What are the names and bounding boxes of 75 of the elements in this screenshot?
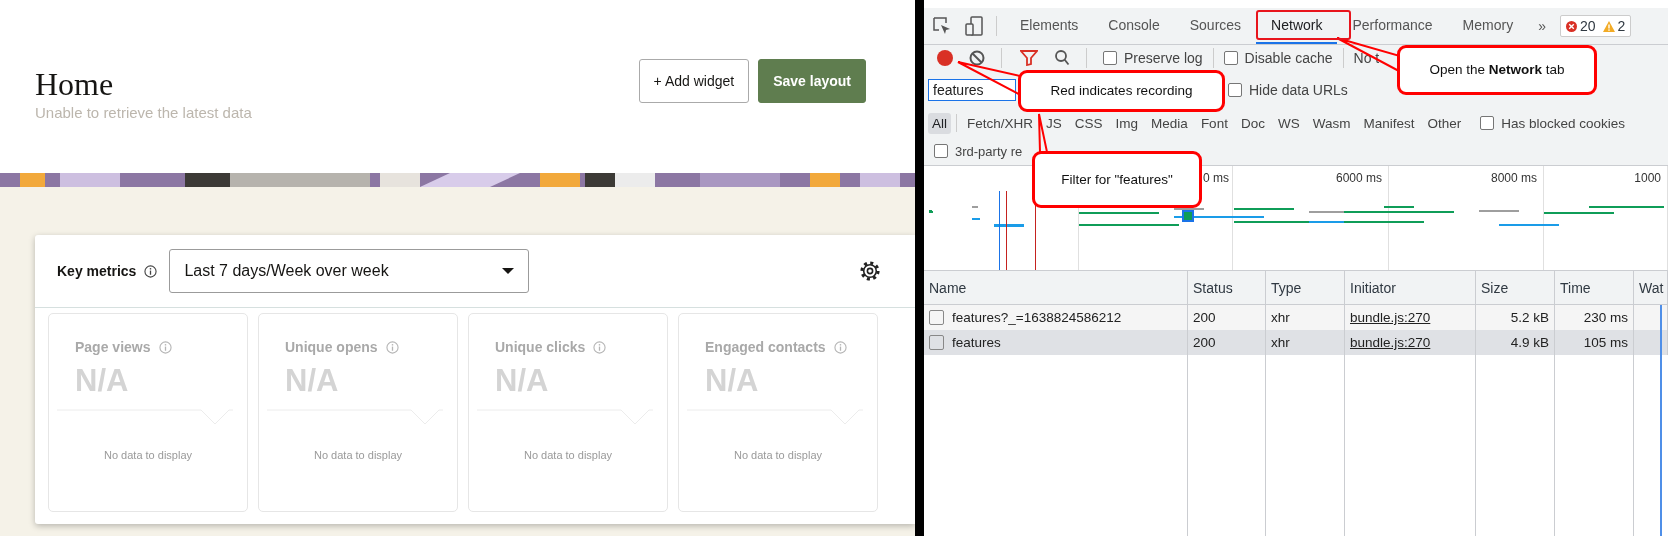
type-filter[interactable]: Other [1423, 112, 1466, 134]
empty-message: No data to display [313, 449, 403, 461]
metric-label: Unique clicks [495, 339, 586, 355]
column-header[interactable]: Size [1476, 271, 1555, 305]
clear-icon[interactable] [969, 50, 985, 66]
type-filter[interactable]: Doc [1236, 112, 1269, 134]
more-tabs-button[interactable]: » [1528, 18, 1556, 34]
settings-icon[interactable] [859, 260, 881, 282]
warning-count: 2 [1617, 18, 1626, 34]
caret-icon [502, 268, 515, 274]
column-header[interactable]: Wat [1634, 271, 1668, 305]
time-tick: 6000 ms [1335, 171, 1382, 185]
table-cell: 200 [1193, 335, 1216, 350]
type-filter[interactable]: JS [1042, 112, 1066, 134]
table-cell: xhr [1271, 335, 1290, 350]
filter-field[interactable]: features [928, 79, 1016, 101]
devtools-tab[interactable]: Memory [1447, 8, 1529, 44]
type-filter[interactable]: Wasm [1308, 112, 1355, 134]
period-dropdown[interactable]: Last 7 days/Week over week [169, 249, 530, 293]
type-filter[interactable]: WS [1273, 112, 1304, 134]
table-cell: 105 ms [1583, 335, 1628, 350]
type-filter[interactable]: Media [1147, 112, 1192, 134]
callout-tooltip: Filter for "features" [1032, 151, 1202, 208]
time-tick: 0 ms [1203, 171, 1229, 185]
checkbox[interactable]: Hide data URLs [1228, 82, 1348, 98]
time-tick: 1000 [1634, 171, 1661, 185]
checkbox[interactable]: Preserve log [1103, 50, 1203, 66]
warning-icon [1602, 20, 1615, 32]
table-cell: 230 ms [1583, 310, 1628, 325]
callout-tooltip: Open the Network tab [1397, 45, 1597, 95]
metric-label: Unique opens [285, 339, 378, 355]
callout-tooltip: Red indicates recording [1018, 70, 1225, 112]
devtools-tab[interactable]: Performance [1337, 8, 1448, 44]
filter-icon[interactable] [1020, 50, 1038, 66]
type-filter[interactable]: All [928, 112, 951, 134]
request-name[interactable]: features [952, 335, 1001, 350]
device-toolbar-icon[interactable] [964, 16, 984, 36]
table-cell: 5.2 kB [1510, 310, 1549, 325]
issues-counter[interactable]: 20 2 [1559, 15, 1632, 37]
error-count: 20 [1579, 18, 1596, 34]
devtools-tab[interactable]: Elements [1005, 8, 1094, 44]
column-header[interactable]: Initiator [1345, 271, 1476, 305]
metric-label: Engaged contacts [705, 339, 826, 355]
type-filter[interactable]: Font [1196, 112, 1232, 134]
type-filter[interactable]: Manifest [1359, 112, 1419, 134]
search-icon[interactable] [1054, 50, 1070, 66]
column-header[interactable]: Type [1266, 271, 1345, 305]
info-icon[interactable] [144, 264, 158, 278]
table-cell: 4.9 kB [1510, 335, 1549, 350]
devtools-tab[interactable]: Console [1093, 8, 1175, 44]
metric-label: Page views [75, 339, 151, 355]
type-filter[interactable]: CSS [1070, 112, 1107, 134]
table-cell: xhr [1271, 310, 1290, 325]
checkbox[interactable]: 3rd-party re [934, 143, 1023, 159]
table-cell: 200 [1193, 310, 1216, 325]
empty-message: No data to display [103, 449, 193, 461]
checkbox[interactable]: Has blocked cookies [1480, 115, 1626, 131]
save-layout-button[interactable]: Save layout [758, 59, 866, 103]
widget-title: Key metrics [57, 263, 137, 279]
status-message: Unable to retrieve the latest data [35, 104, 252, 121]
error-icon [1565, 20, 1577, 32]
column-header[interactable]: Name [924, 271, 1188, 305]
inspect-icon[interactable] [932, 16, 952, 36]
empty-message: No data to display [523, 449, 613, 461]
type-filter[interactable]: Fetch/XHR [963, 112, 1038, 134]
time-tick: 8000 ms [1490, 171, 1537, 185]
page-title: Home [35, 66, 115, 102]
type-filter[interactable]: Img [1111, 112, 1143, 134]
empty-message: No data to display [733, 449, 823, 461]
checkbox[interactable]: Disable cache [1223, 50, 1333, 66]
column-header[interactable]: Time [1555, 271, 1634, 305]
devtools-tab[interactable]: Sources [1174, 8, 1257, 44]
add-widget-button[interactable]: + Add widget [638, 59, 750, 103]
record-button[interactable] [936, 49, 954, 67]
column-header[interactable]: Status [1188, 271, 1266, 305]
